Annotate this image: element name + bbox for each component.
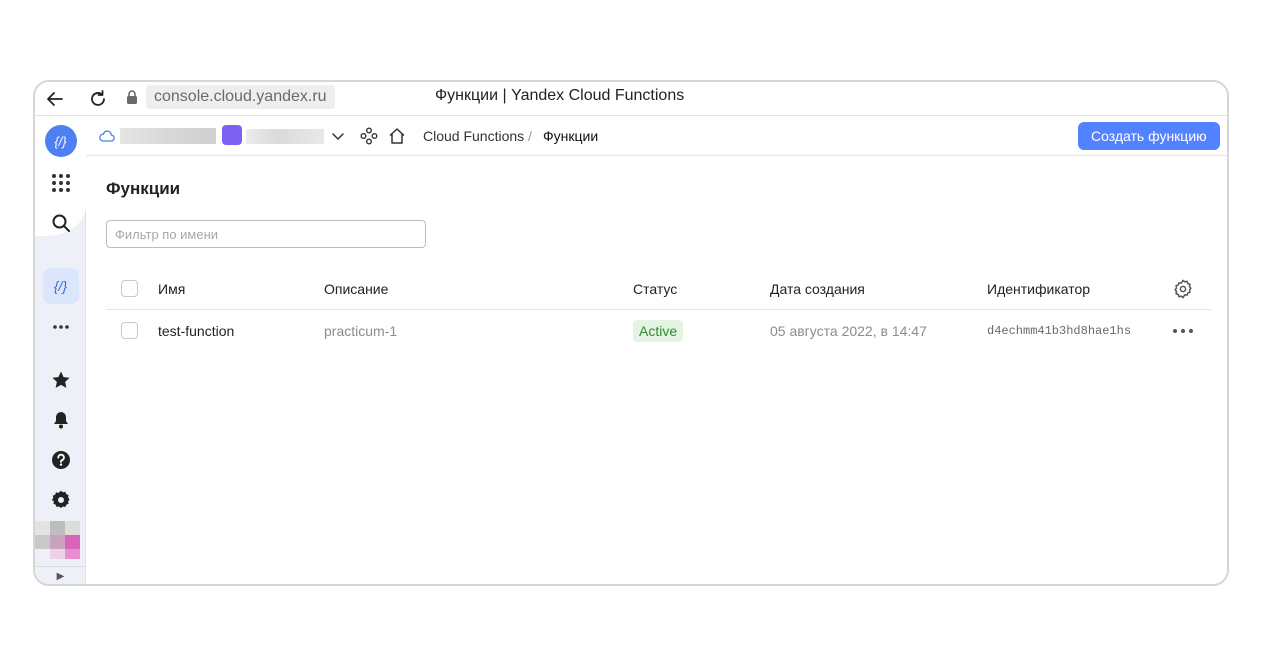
function-name[interactable]: test-function	[158, 323, 234, 339]
sidebar: {/} {/} ▶	[35, 116, 86, 584]
breadcrumb-separator: /	[528, 128, 532, 144]
main-content: Функции Имя Описание Статус Дата создани…	[86, 156, 1227, 584]
avatar[interactable]	[35, 521, 80, 561]
cloud-name-redacted[interactable]	[120, 128, 216, 144]
folder-avatar	[222, 125, 242, 145]
more-dots-icon[interactable]	[35, 310, 86, 344]
expand-arrow-icon[interactable]: ▶	[35, 566, 86, 584]
name-filter-input[interactable]	[106, 220, 426, 248]
table-settings-gear-icon[interactable]	[1173, 279, 1193, 299]
console-header: Cloud Functions / Функции Создать функци…	[86, 116, 1227, 156]
home-icon[interactable]	[387, 126, 407, 146]
bell-icon[interactable]	[35, 403, 86, 437]
apps-grid-icon[interactable]	[35, 166, 86, 200]
column-status[interactable]: Статус	[633, 281, 677, 297]
url-text: console.cloud.yandex.ru	[146, 85, 335, 109]
search-icon[interactable]	[35, 206, 86, 240]
sidebar-item-functions[interactable]: {/}	[35, 267, 86, 305]
row-checkbox[interactable]	[121, 322, 138, 339]
function-created: 05 августа 2022, в 14:47	[770, 323, 927, 339]
functions-table: Имя Описание Статус Дата создания Иденти…	[106, 268, 1211, 352]
table-row[interactable]: test-function practicum-1 Active 05 авгу…	[106, 310, 1211, 352]
breadcrumb-service[interactable]: Cloud Functions	[423, 128, 524, 144]
chevron-down-icon[interactable]	[328, 126, 348, 146]
table-header: Имя Описание Статус Дата создания Иденти…	[106, 268, 1211, 310]
reload-icon[interactable]	[86, 87, 110, 111]
help-icon[interactable]	[35, 443, 86, 477]
column-created[interactable]: Дата создания	[770, 281, 865, 297]
column-name[interactable]: Имя	[158, 281, 185, 297]
function-id: d4echmm41b3hd8hae1hs	[987, 324, 1132, 338]
folder-name-redacted[interactable]	[246, 129, 324, 144]
status-badge: Active	[633, 320, 684, 342]
browser-toolbar: console.cloud.yandex.ru Функции | Yandex…	[35, 82, 1227, 116]
star-icon[interactable]	[35, 363, 86, 397]
row-actions-icon[interactable]	[1173, 324, 1193, 338]
create-function-button[interactable]: Создать функцию	[1078, 122, 1220, 150]
browser-window: console.cloud.yandex.ru Функции | Yandex…	[33, 80, 1229, 586]
service-logo[interactable]: {/}	[35, 124, 86, 158]
column-id[interactable]: Идентификатор	[987, 281, 1090, 297]
column-description[interactable]: Описание	[324, 281, 388, 297]
page-title: Функции | Yandex Cloud Functions	[435, 87, 685, 104]
gear-icon[interactable]	[35, 483, 86, 517]
breadcrumb-current: Функции	[543, 128, 599, 144]
back-arrow-icon[interactable]	[43, 87, 67, 111]
services-map-icon[interactable]	[359, 126, 379, 146]
select-all-checkbox[interactable]	[121, 280, 138, 297]
lock-icon	[127, 90, 137, 104]
functions-logo-icon: {/}	[44, 125, 77, 157]
address-bar[interactable]: console.cloud.yandex.ru	[124, 85, 335, 109]
cloud-icon[interactable]	[99, 129, 115, 143]
page-heading: Функции	[106, 179, 181, 198]
function-description: practicum-1	[324, 323, 398, 339]
functions-icon: {/}	[42, 268, 79, 304]
